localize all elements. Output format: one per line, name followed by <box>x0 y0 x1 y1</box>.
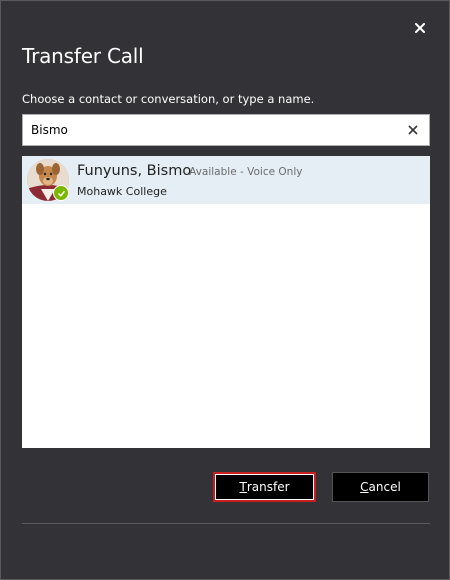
search-input[interactable] <box>23 115 383 145</box>
transfer-call-dialog: Transfer Call Choose a contact or conver… <box>0 0 450 580</box>
contact-organization: Mohawk College <box>77 185 167 198</box>
cancel-mnemonic: C <box>360 480 369 494</box>
close-icon <box>408 125 418 135</box>
contact-results-list: Funyuns, Bismo - Available - Voice Only … <box>22 156 430 448</box>
contact-status: - Available - Voice Only <box>182 166 303 178</box>
footer-divider <box>22 523 430 524</box>
presence-available-icon <box>53 185 69 201</box>
transfer-mnemonic: T <box>239 480 247 494</box>
search-box <box>22 114 430 146</box>
cancel-button[interactable]: Cancel <box>332 472 429 502</box>
dialog-title: Transfer Call <box>22 44 144 68</box>
clear-search-button[interactable] <box>405 122 421 138</box>
close-button[interactable] <box>409 17 431 39</box>
dialog-prompt: Choose a contact or conversation, or typ… <box>22 92 315 106</box>
contact-name: Funyuns, Bismo <box>77 163 192 179</box>
transfer-label: ransfer <box>246 480 290 494</box>
contact-result-item[interactable]: Funyuns, Bismo - Available - Voice Only … <box>22 156 430 204</box>
cancel-label: ancel <box>368 480 401 494</box>
transfer-button[interactable]: Transfer <box>213 472 316 502</box>
close-icon <box>415 23 425 33</box>
